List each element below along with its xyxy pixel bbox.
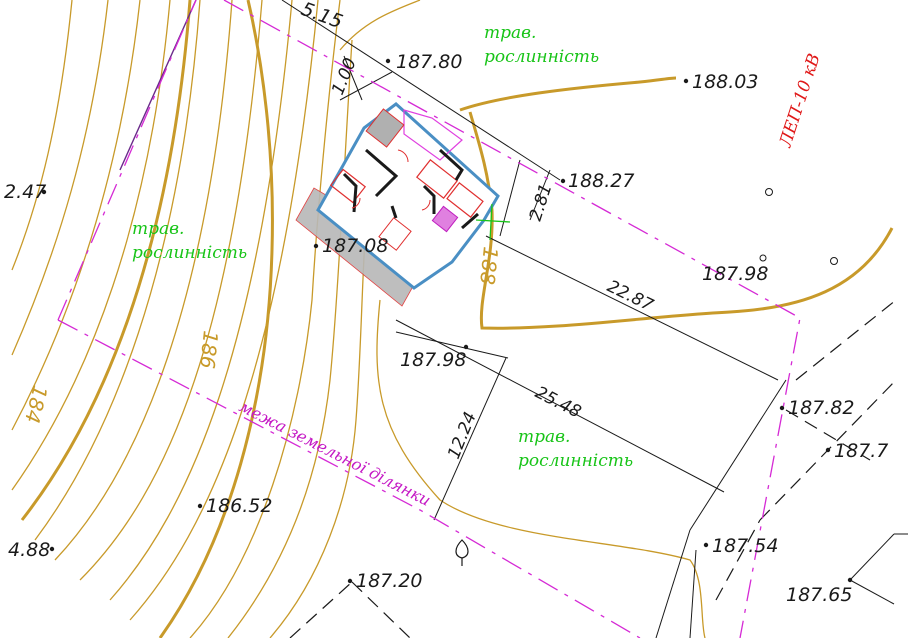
contour-label: 188 xyxy=(475,245,503,285)
dim-label: 22.87 xyxy=(604,277,657,316)
elev-label: 188.03 xyxy=(692,71,758,93)
extension-line xyxy=(499,159,521,237)
elev-label: 187.98 xyxy=(400,349,466,371)
elev-label: 186.52 xyxy=(206,495,272,517)
utility-line xyxy=(119,0,197,171)
topographic-plan: 187.80 188.03 188.27 187.98 187.08 187.9… xyxy=(0,0,908,638)
elev-label: 187.82 xyxy=(788,397,854,419)
road-edge xyxy=(689,379,787,531)
contour-line xyxy=(54,0,233,561)
elev-label: 187.65 xyxy=(786,584,852,606)
road-edge xyxy=(655,529,691,638)
elev-label: 187.54 xyxy=(712,535,778,557)
vegetation-label: трав. xyxy=(518,427,570,447)
manhole-icon xyxy=(830,257,838,265)
elev-label: 2.47 xyxy=(4,181,46,203)
contour-line xyxy=(11,0,73,271)
elevation-labels: 187.80 188.03 188.27 187.98 187.08 187.9… xyxy=(4,0,888,606)
contour-label: 184 xyxy=(20,383,53,426)
elev-label: 188.27 xyxy=(568,170,634,192)
map-drawing: 187.80 188.03 188.27 187.98 187.08 187.9… xyxy=(4,0,908,638)
contour-line xyxy=(79,0,263,581)
elev-label: 5.15 xyxy=(298,0,345,33)
contour-line-thick xyxy=(158,0,274,638)
contour-line xyxy=(227,39,353,638)
vegetation-label: рослинність xyxy=(518,451,633,471)
vegetation-label: трав. xyxy=(132,219,184,239)
manhole-icon xyxy=(765,188,773,196)
power-line-label: ЛЕП-10 кВ xyxy=(775,51,824,150)
dim-label: 12.24 xyxy=(444,409,481,462)
road-edge xyxy=(849,533,895,581)
contour-label: 186 xyxy=(195,329,223,369)
elev-label: 4.88 xyxy=(8,539,50,561)
elev-label: 187.98 xyxy=(702,263,768,285)
road-edge xyxy=(689,549,697,638)
elev-label: 187.08 xyxy=(322,235,388,257)
elev-label: 187.7 xyxy=(834,440,888,462)
elev-label: 187.20 xyxy=(356,570,422,592)
road-edge xyxy=(849,579,895,605)
contour-line xyxy=(11,0,109,356)
vegetation-label: рослинність xyxy=(484,47,599,67)
manhole-icon xyxy=(759,254,767,262)
vegetation-label: рослинність xyxy=(132,243,247,263)
contour-line-thick xyxy=(459,76,677,112)
vegetation-label: трав. xyxy=(484,23,536,43)
elev-label: 187.80 xyxy=(396,51,462,73)
dim-label: 2.81 xyxy=(526,181,557,223)
dim-label: 25.48 xyxy=(532,383,585,423)
tree-icon xyxy=(455,539,469,566)
well-symbols xyxy=(759,188,838,265)
